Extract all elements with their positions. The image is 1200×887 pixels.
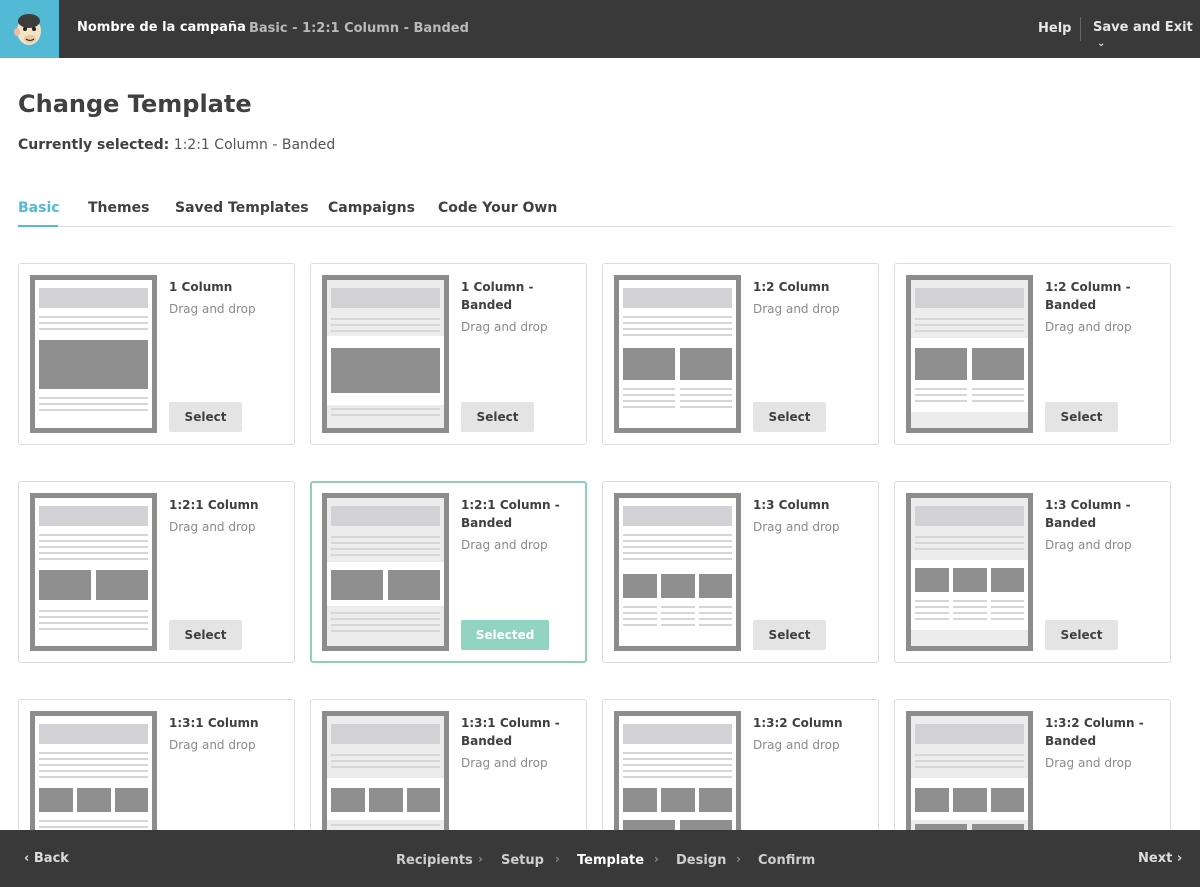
template-card[interactable]: 1 Column Drag and drop Select [18,263,295,445]
bottom-nav-bar: ‹ Back Recipients › Setup › Template › D… [0,830,1200,887]
divider [1080,17,1081,41]
template-card[interactable]: 1:2 Column Drag and drop Select [602,263,879,445]
top-bar: Nombre de la campaña Basic - 1:2:1 Colum… [0,0,1200,58]
step-design[interactable]: Design [676,853,726,868]
select-button[interactable]: Select [169,620,242,650]
template-title: 1 Column - Banded [461,280,534,312]
template-thumbnail [322,493,449,651]
template-subtitle: Drag and drop [1045,538,1132,552]
next-button[interactable]: Next › [1138,851,1182,866]
save-and-exit-label: Save and Exit [1093,20,1193,35]
template-subtitle: Drag and drop [1045,756,1132,770]
tab-saved-templates[interactable]: Saved Templates [175,200,309,227]
template-title: 1:3:1 Column - Banded [461,716,560,748]
template-card[interactable]: 1:2:1 Column Drag and drop Select [18,481,295,663]
template-thumbnail [614,275,741,433]
template-subtitle: Drag and drop [461,756,548,770]
template-thumbnail [30,275,157,433]
template-title: 1:3:1 Column [169,716,259,730]
current-selection: Currently selected: 1:2:1 Column - Bande… [18,137,335,153]
template-subtitle: Drag and drop [169,302,256,316]
current-selection-value: 1:2:1 Column - Banded [173,137,336,153]
template-thumbnail [906,275,1033,433]
chevron-down-icon: ⌄ [1097,38,1106,49]
template-title: 1 Column [169,280,233,294]
tab-themes[interactable]: Themes [88,200,149,227]
select-button[interactable]: Select [753,402,826,432]
template-thumbnail [614,493,741,651]
template-subtitle: Drag and drop [753,302,840,316]
template-thumbnail [322,275,449,433]
template-card[interactable]: 1:3 Column - Banded Drag and drop Select [894,481,1171,663]
template-title: 1:2:1 Column [169,498,259,512]
template-subtitle: Drag and drop [169,738,256,752]
select-button[interactable]: Select [753,620,826,650]
template-thumbnail [906,493,1033,651]
template-subtitle: Drag and drop [461,320,548,334]
step-template[interactable]: Template [577,853,644,868]
template-card-selected[interactable]: 1:2:1 Column - Banded Drag and drop Sele… [310,481,587,663]
help-link[interactable]: Help [1038,21,1071,36]
chimp-icon [14,14,41,45]
chevron-right-icon: › [736,852,741,866]
chevron-left-icon: ‹ [24,851,30,866]
page-title: Change Template [18,90,252,118]
chevron-right-icon: › [1176,851,1183,866]
selected-button[interactable]: Selected [461,620,549,650]
breadcrumb: Basic - 1:2:1 Column - Banded [249,21,469,36]
current-selection-label: Currently selected: [18,137,170,153]
mailchimp-logo[interactable] [0,0,59,58]
next-label: Next [1138,851,1173,866]
back-label: Back [33,851,69,866]
template-title: 1:2:1 Column - Banded [461,498,560,530]
template-title: 1:3:2 Column - Banded [1045,716,1144,748]
campaign-name[interactable]: Nombre de la campaña [77,20,246,35]
template-thumbnail [30,493,157,651]
save-and-exit-button[interactable]: Save and Exit ⌄ [1093,20,1200,50]
chevron-right-icon: › [478,852,483,866]
template-subtitle: Drag and drop [461,538,548,552]
chevron-right-icon: › [555,852,560,866]
template-subtitle: Drag and drop [753,520,840,534]
template-card[interactable]: 1:3 Column Drag and drop Select [602,481,879,663]
back-button[interactable]: ‹ Back [24,851,69,866]
tab-basic[interactable]: Basic [18,200,60,227]
template-card[interactable]: 1:2 Column - Banded Drag and drop Select [894,263,1171,445]
select-button[interactable]: Select [1045,620,1118,650]
template-title: 1:2 Column - Banded [1045,280,1131,312]
select-button[interactable]: Select [461,402,534,432]
template-subtitle: Drag and drop [169,520,256,534]
select-button[interactable]: Select [1045,402,1118,432]
template-tabs: Basic Themes Saved Templates Campaigns C… [18,200,1172,227]
step-recipients[interactable]: Recipients [396,853,473,868]
template-subtitle: Drag and drop [753,738,840,752]
step-setup[interactable]: Setup [501,853,544,868]
tab-campaigns[interactable]: Campaigns [328,200,415,227]
template-title: 1:2 Column [753,280,830,294]
chevron-right-icon: › [654,852,659,866]
template-card[interactable]: 1 Column - Banded Drag and drop Select [310,263,587,445]
template-title: 1:3 Column [753,498,830,512]
template-title: 1:3 Column - Banded [1045,498,1131,530]
select-button[interactable]: Select [169,402,242,432]
template-title: 1:3:2 Column [753,716,843,730]
tab-code-your-own[interactable]: Code Your Own [438,200,557,227]
step-confirm[interactable]: Confirm [758,853,815,868]
template-subtitle: Drag and drop [1045,320,1132,334]
